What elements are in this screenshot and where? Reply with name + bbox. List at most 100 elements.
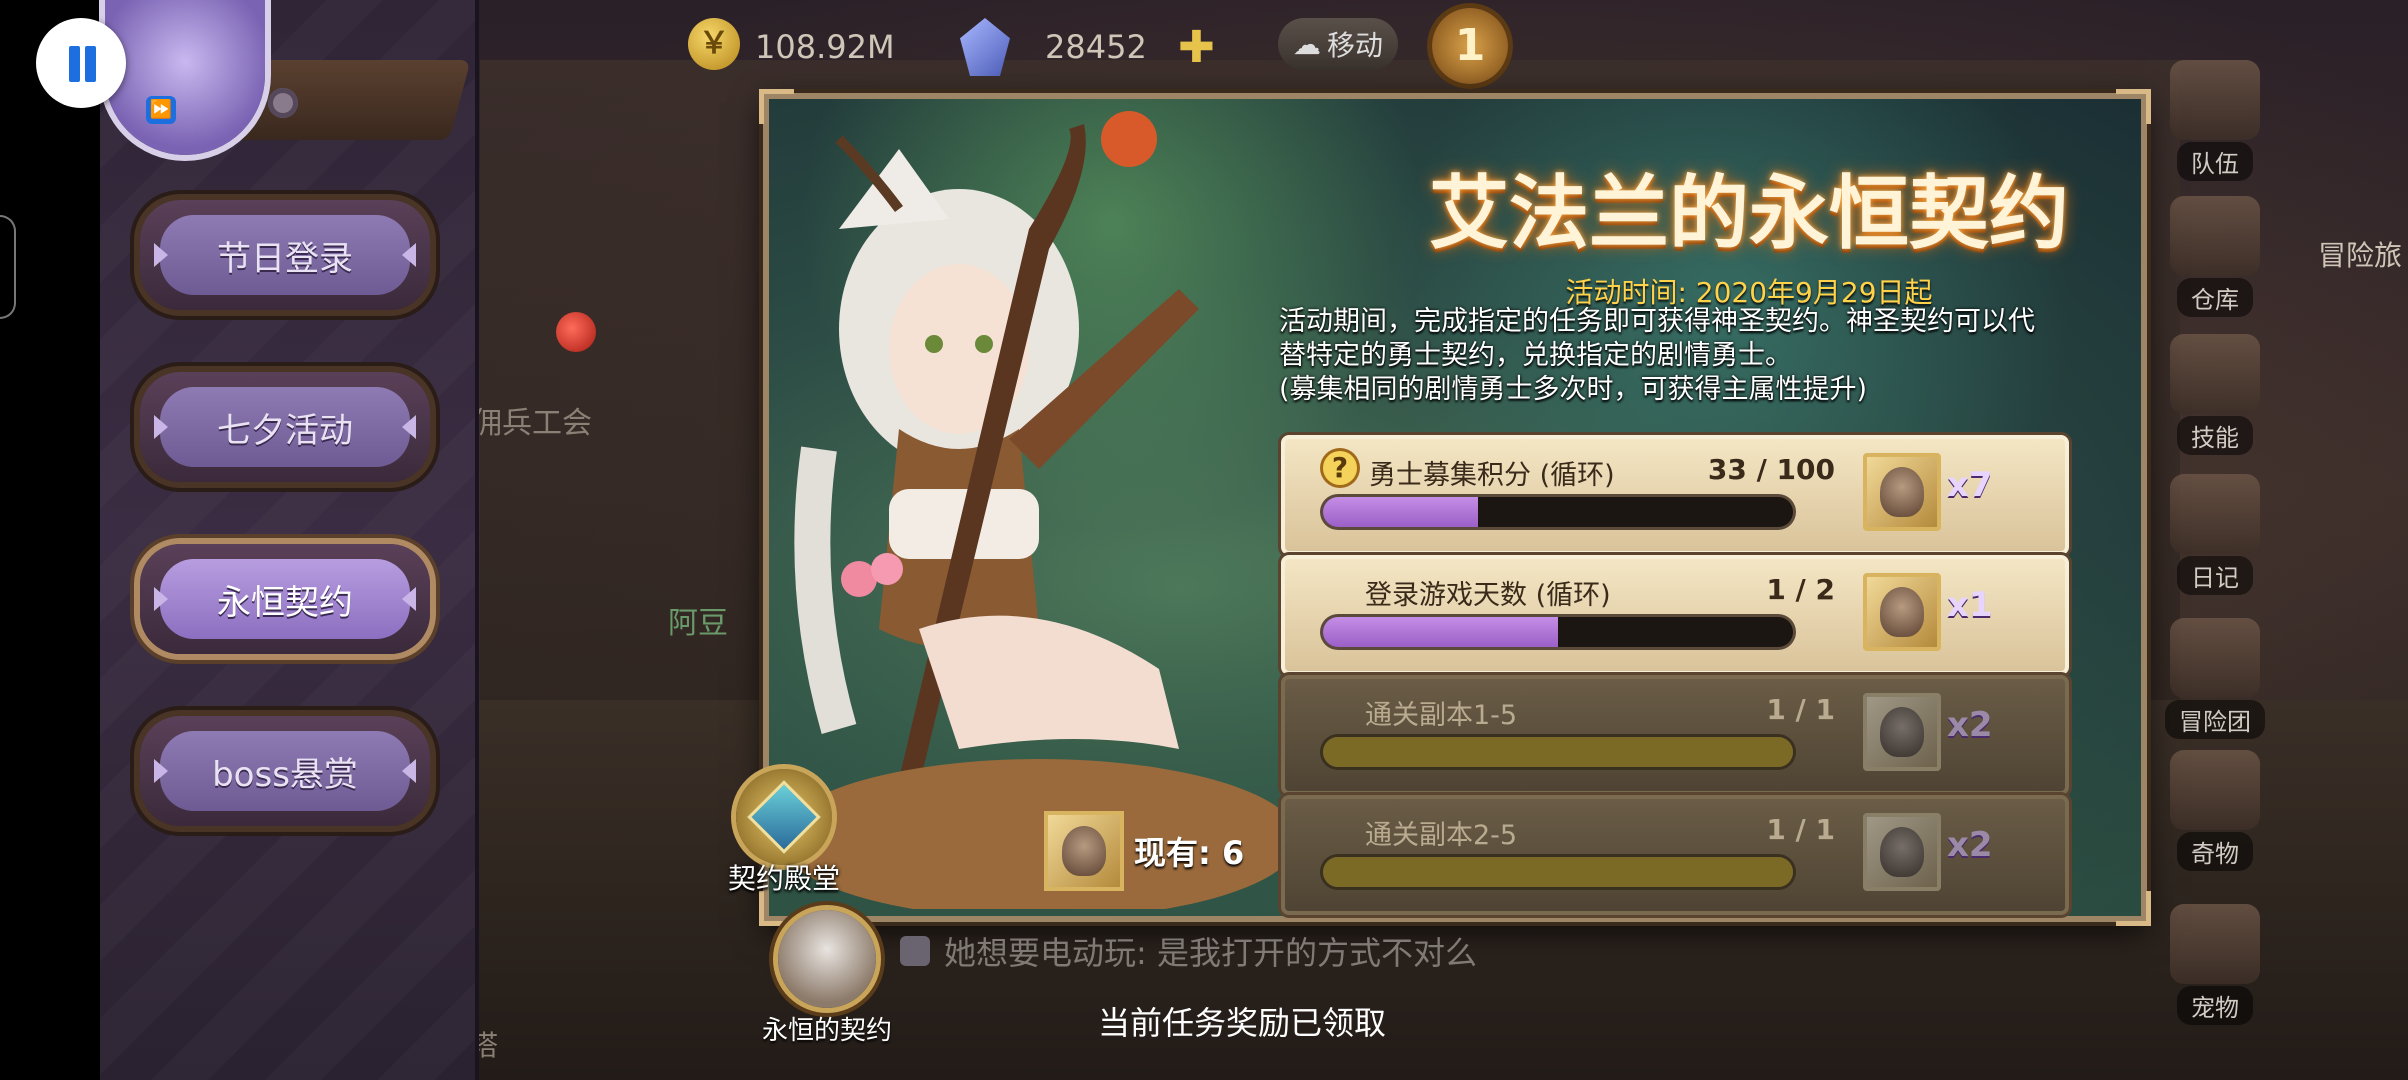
right-item-team[interactable]: 队伍: [2160, 60, 2270, 181]
adventure-label[interactable]: 冒险旅: [2318, 234, 2402, 274]
chat-message: 她想要电动玩: 是我打开的方式不对么: [944, 934, 1477, 972]
rank-badge[interactable]: 1: [1432, 8, 1508, 84]
contract-reward-icon[interactable]: [1863, 573, 1941, 651]
contract-hall-label: 契约殿堂: [727, 862, 840, 895]
task-row-clear-stage-1-5[interactable]: 通关副本1-5 1 / 1 x2: [1281, 675, 2069, 795]
right-item-label: 冒险团: [2165, 700, 2265, 739]
pause-button[interactable]: ⏩: [36, 18, 176, 124]
pause-icon-bar: [85, 46, 96, 82]
task-progress-text: 1 / 1: [1766, 693, 1835, 726]
right-item-adventure-team[interactable]: 冒险团: [2160, 618, 2270, 739]
book-icon: [2170, 60, 2260, 140]
right-item-label: 宠物: [2177, 986, 2253, 1025]
sidebar-item-qixi-event[interactable]: 七夕活动: [140, 372, 430, 482]
relic-icon: [2170, 750, 2260, 830]
owned-count: 现有: 6: [1134, 834, 1245, 872]
event-title: 艾法兰的永恒契约: [1429, 166, 2069, 260]
npc-name: 阿豆: [668, 606, 728, 641]
right-item-pets[interactable]: 宠物: [2160, 904, 2270, 1025]
task-row-login-days[interactable]: 登录游戏天数 (循环) 1 / 2 x1: [1281, 555, 2069, 675]
panel-corner: [2116, 891, 2151, 926]
notification-dot: [556, 312, 596, 352]
right-item-relics[interactable]: 奇物: [2160, 750, 2270, 871]
sidebar-item-label: 节日登录: [154, 215, 416, 295]
guild-icon: [2170, 618, 2260, 698]
right-item-skills[interactable]: 技能: [2160, 334, 2270, 455]
hero-face-icon: [1880, 467, 1924, 517]
contract-reward-icon[interactable]: [1863, 453, 1941, 531]
task-name: 通关副本1-5: [1365, 700, 1518, 731]
sidebar-item-boss-bounty[interactable]: boss悬赏: [140, 716, 430, 826]
contract-reward-icon[interactable]: [1863, 693, 1941, 771]
right-item-label: 仓库: [2177, 278, 2253, 317]
skill-book-icon: [2170, 334, 2260, 414]
hero-face-icon: [1880, 827, 1924, 877]
sidebar-item-eternal-contract[interactable]: 永恒契约: [140, 544, 430, 654]
contract-hall-button[interactable]: 契约殿堂: [719, 769, 849, 897]
diary-icon: [2170, 474, 2260, 554]
contract-tab-label: 永恒的契约: [761, 1016, 892, 1046]
task-progress-text: 1 / 1: [1766, 813, 1835, 846]
task-name: 勇士募集积分 (循环): [1369, 460, 1615, 491]
task-name: 登录游戏天数 (循环): [1365, 580, 1611, 611]
pause-icon: [69, 46, 80, 82]
add-gems-button[interactable]: ✚: [1178, 22, 1215, 73]
right-item-storage[interactable]: 仓库: [2160, 196, 2270, 317]
task-progress-bar: [1323, 857, 1793, 887]
move-icon: ☁: [1292, 27, 1321, 61]
sidebar-item-festival-login[interactable]: 节日登录: [140, 200, 430, 310]
event-sidebar: 节日登录 七夕活动 永恒契约 boss悬赏: [100, 0, 479, 1080]
chat-icon: [900, 936, 930, 966]
contract-reward-icon[interactable]: [1863, 813, 1941, 891]
emblem-dot: [268, 88, 298, 118]
panel-corner: [2116, 89, 2151, 124]
hero-face-icon: [1880, 587, 1924, 637]
reward-multiplier: x2: [1947, 705, 1993, 745]
sidebar-pattern: [100, 0, 475, 1080]
fast-forward-icon[interactable]: ⏩: [146, 96, 176, 124]
task-row-recruit-points[interactable]: ? 勇士募集积分 (循环) 33 / 100 x7: [1281, 435, 2069, 555]
reward-multiplier: x7: [1947, 465, 1993, 505]
event-panel: 艾法兰的永恒契约 活动时间: 2020年9月29日起 活动期间，完成指定的任务即…: [728, 89, 2151, 926]
right-item-label: 技能: [2177, 416, 2253, 455]
reward-multiplier: x1: [1947, 585, 1993, 625]
gold-coin-icon: ￥: [688, 18, 740, 70]
screen-edge: [0, 0, 100, 1080]
event-emblem-icon: [105, 0, 265, 155]
edge-handle[interactable]: [0, 215, 16, 319]
task-progress-text: 1 / 2: [1766, 573, 1835, 606]
hero-face-icon: [1062, 826, 1106, 876]
task-progress-fill: [1323, 737, 1793, 767]
event-description: 活动期间，完成指定的任务即可获得神圣契约。神圣契约可以代替特定的勇士契约，兑换指…: [1279, 306, 2035, 405]
task-progress-fill: [1323, 857, 1793, 887]
eternal-contract-tab[interactable]: 永恒的契约: [757, 910, 897, 1047]
right-item-diary[interactable]: 日记: [2160, 474, 2270, 595]
hero-face-icon: [1880, 707, 1924, 757]
task-progress-fill: [1323, 617, 1558, 647]
help-icon[interactable]: ?: [1323, 451, 1357, 485]
right-item-label: 队伍: [2177, 142, 2253, 181]
character-avatar: [778, 910, 876, 1008]
right-item-label: 奇物: [2177, 832, 2253, 871]
reward-status-text: 当前任务奖励已领取: [1098, 1004, 1387, 1042]
chat-ticker[interactable]: 她想要电动玩: 是我打开的方式不对么: [900, 928, 1477, 974]
gem-amount: 28452: [1045, 28, 1147, 66]
pet-icon: [2170, 904, 2260, 984]
contract-icon: [1044, 811, 1124, 891]
sidebar-item-label: 永恒契约: [154, 559, 416, 639]
task-row-clear-stage-2-5[interactable]: 通关副本2-5 1 / 1 x2: [1281, 795, 2069, 915]
backpack-icon: [2170, 196, 2260, 276]
task-progress-bar: [1323, 497, 1793, 527]
move-label: 移动: [1326, 29, 1383, 62]
reward-multiplier: x2: [1947, 825, 1993, 865]
right-item-label: 日记: [2177, 556, 2253, 595]
contract-hall-icon: [736, 769, 832, 865]
task-name: 通关副本2-5: [1365, 820, 1518, 851]
owned-contracts: 现有: 6: [1044, 811, 1244, 891]
gold-amount: 108.92M: [755, 28, 895, 66]
task-progress-text: 33 / 100: [1707, 453, 1835, 486]
move-button[interactable]: ☁ 移动: [1278, 18, 1398, 70]
task-progress-bar: [1323, 617, 1793, 647]
task-progress-bar: [1323, 737, 1793, 767]
sidebar-item-label: 七夕活动: [154, 387, 416, 467]
